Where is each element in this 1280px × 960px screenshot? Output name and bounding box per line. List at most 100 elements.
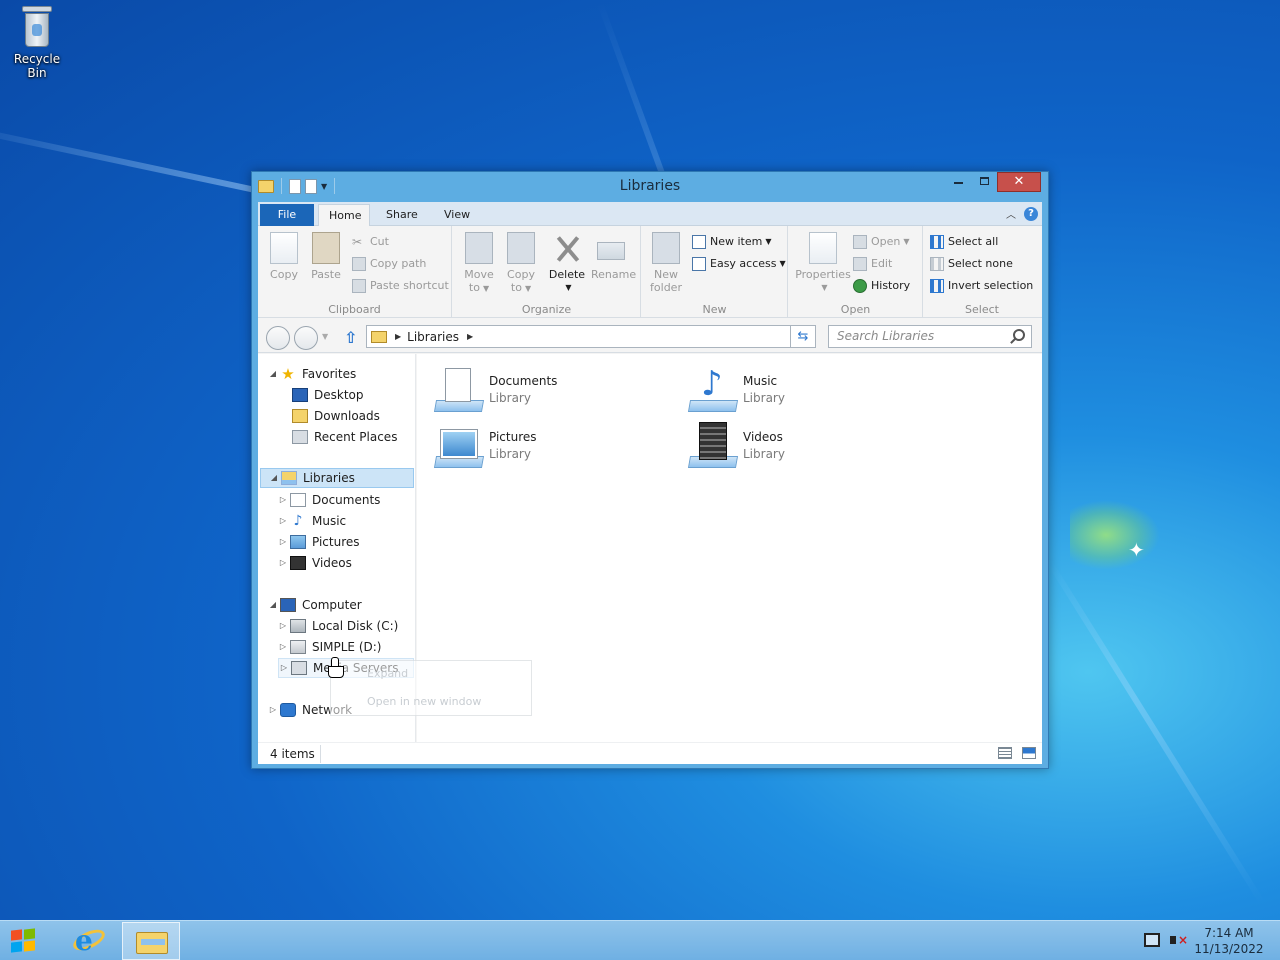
navigation-bar: ▼ ⇧ ▶ Libraries ▶ ▼ ⇆ Search Libraries — [258, 319, 1042, 353]
copy-path-button[interactable]: Copy path — [352, 254, 426, 274]
select-all-button[interactable]: Select all — [930, 232, 998, 252]
tree-videos[interactable]: ▷ Videos — [278, 553, 352, 573]
group-label: Open — [840, 303, 871, 316]
title-bar[interactable]: ▼ Libraries ✕ — [252, 172, 1048, 202]
invert-selection-button[interactable]: Invert selection — [930, 276, 1033, 296]
minimize-icon — [953, 182, 963, 184]
pictures-library-icon — [433, 422, 485, 468]
film-icon — [290, 556, 306, 570]
tree-local-disk[interactable]: ▷ Local Disk (C:) — [278, 616, 398, 636]
tree-documents[interactable]: ▷ Documents — [278, 490, 380, 510]
delete-x-icon — [553, 232, 581, 264]
properties-button[interactable]: Properties ▼ — [795, 232, 851, 294]
history-icon — [853, 279, 867, 293]
history-button[interactable]: History — [853, 276, 910, 296]
computer-icon — [280, 598, 296, 612]
back-button[interactable] — [266, 326, 290, 350]
select-none-button[interactable]: Select none — [930, 254, 1013, 274]
edit-button[interactable]: Edit — [853, 254, 892, 274]
new-item-button[interactable]: New item ▼ — [692, 232, 772, 252]
start-button[interactable] — [8, 928, 42, 953]
maximize-icon — [979, 177, 989, 185]
details-view-icon[interactable] — [998, 747, 1012, 759]
library-tile-videos[interactable]: Videos Library — [687, 420, 929, 470]
breadcrumb-arrow-icon[interactable]: ▶ — [395, 332, 401, 341]
large-icons-view-icon[interactable] — [1022, 747, 1036, 759]
easy-access-button[interactable]: Easy access ▼ — [692, 254, 786, 274]
desktop-icon-label: Recycle Bin — [13, 52, 61, 80]
address-bar[interactable]: ▶ Libraries ▶ ▼ — [366, 325, 814, 348]
library-tile-documents[interactable]: Documents Library — [433, 364, 675, 414]
tree-pictures[interactable]: ▷ Pictures — [278, 532, 360, 552]
taskbar-internet-explorer[interactable]: e — [60, 922, 118, 960]
new-item-icon — [692, 235, 706, 249]
easy-access-icon — [692, 257, 706, 271]
network-icon — [280, 703, 296, 717]
collapse-icon: ◢ — [270, 473, 278, 482]
recycle-bin-icon — [22, 6, 52, 48]
maximize-button[interactable] — [971, 172, 997, 192]
tree-computer[interactable]: ◢ Computer — [268, 595, 362, 615]
menu-item-open-new-window[interactable]: Open in new window — [367, 695, 481, 708]
group-label: Clipboard — [328, 303, 381, 316]
tree-recent-places[interactable]: Recent Places — [280, 427, 397, 447]
library-tile-music[interactable]: ♪ Music Library — [687, 364, 929, 414]
expand-icon: ▷ — [279, 558, 287, 567]
rename-button[interactable]: Rename — [591, 232, 636, 281]
group-label: Select — [965, 303, 999, 316]
copy-button[interactable]: Copy — [264, 232, 304, 281]
clock[interactable]: 7:14 AM 11/13/2022 — [1192, 925, 1266, 957]
up-arrow-icon[interactable]: ⇧ — [344, 328, 357, 347]
tree-downloads[interactable]: Downloads — [280, 406, 380, 426]
menu-item-expand[interactable]: Expand — [367, 667, 408, 680]
refresh-button[interactable]: ⇆ — [790, 325, 816, 348]
taskbar-file-explorer[interactable] — [122, 922, 180, 960]
documents-library-icon — [433, 366, 485, 412]
refresh-icon: ⇆ — [797, 329, 809, 344]
tree-favorites[interactable]: ◢ ★ Favorites — [268, 364, 356, 384]
move-to-button[interactable]: Move to ▼ — [459, 232, 499, 295]
recent-locations-chevron-icon[interactable]: ▼ — [322, 332, 328, 341]
music-library-icon: ♪ — [687, 366, 739, 412]
tree-simple-drive[interactable]: ▷ SIMPLE (D:) — [278, 637, 381, 657]
tab-share[interactable]: Share — [376, 204, 428, 226]
breadcrumb-arrow-icon[interactable]: ▶ — [467, 332, 473, 341]
tab-view[interactable]: View — [434, 204, 480, 226]
help-icon[interactable]: ? — [1024, 206, 1038, 221]
tree-music[interactable]: ▷ ♪ Music — [278, 511, 346, 531]
rename-icon — [597, 242, 625, 260]
select-all-icon — [930, 235, 944, 249]
expand-icon: ▷ — [279, 621, 287, 630]
paste-button[interactable]: Paste — [306, 232, 346, 281]
network-status-icon[interactable] — [1144, 933, 1160, 947]
open-icon — [853, 235, 867, 249]
volume-muted-icon[interactable] — [1170, 933, 1188, 947]
ribbon-tabs: File Home Share View ︿ ? — [258, 202, 1042, 227]
window-body: File Home Share View ︿ ? Copy Paste ✂ Cu… — [258, 202, 1042, 764]
open-button[interactable]: Open ▼ — [853, 232, 910, 252]
library-tile-pictures[interactable]: Pictures Library — [433, 420, 675, 470]
forward-button[interactable] — [294, 326, 318, 350]
search-input[interactable]: Search Libraries — [828, 325, 1032, 348]
cut-button[interactable]: ✂ Cut — [352, 232, 389, 252]
breadcrumb-libraries[interactable]: Libraries — [407, 330, 459, 344]
taskbar: e 7:14 AM 11/13/2022 — [0, 920, 1280, 960]
properties-icon — [809, 232, 837, 264]
tab-file[interactable]: File — [260, 204, 314, 226]
minimize-ribbon-icon[interactable]: ︿ — [1006, 206, 1016, 221]
minimize-button[interactable] — [945, 172, 971, 192]
edit-icon — [853, 257, 867, 271]
paste-shortcut-button[interactable]: Paste shortcut — [352, 276, 449, 296]
copy-path-icon — [352, 257, 366, 271]
tab-home[interactable]: Home — [318, 204, 370, 227]
delete-button[interactable]: Delete ▼ — [547, 232, 587, 294]
copy-to-button[interactable]: Copy to ▼ — [501, 232, 541, 295]
chevron-down-icon: ▼ — [821, 283, 828, 292]
new-folder-button[interactable]: New folder — [646, 232, 686, 294]
tree-desktop[interactable]: Desktop — [280, 385, 364, 405]
desktop-icon-recycle-bin[interactable]: Recycle Bin — [4, 6, 70, 80]
music-note-icon: ♪ — [293, 513, 303, 529]
close-button[interactable]: ✕ — [997, 172, 1041, 192]
recent-places-icon — [292, 430, 308, 444]
tree-libraries[interactable]: ◢ Libraries — [260, 468, 414, 488]
